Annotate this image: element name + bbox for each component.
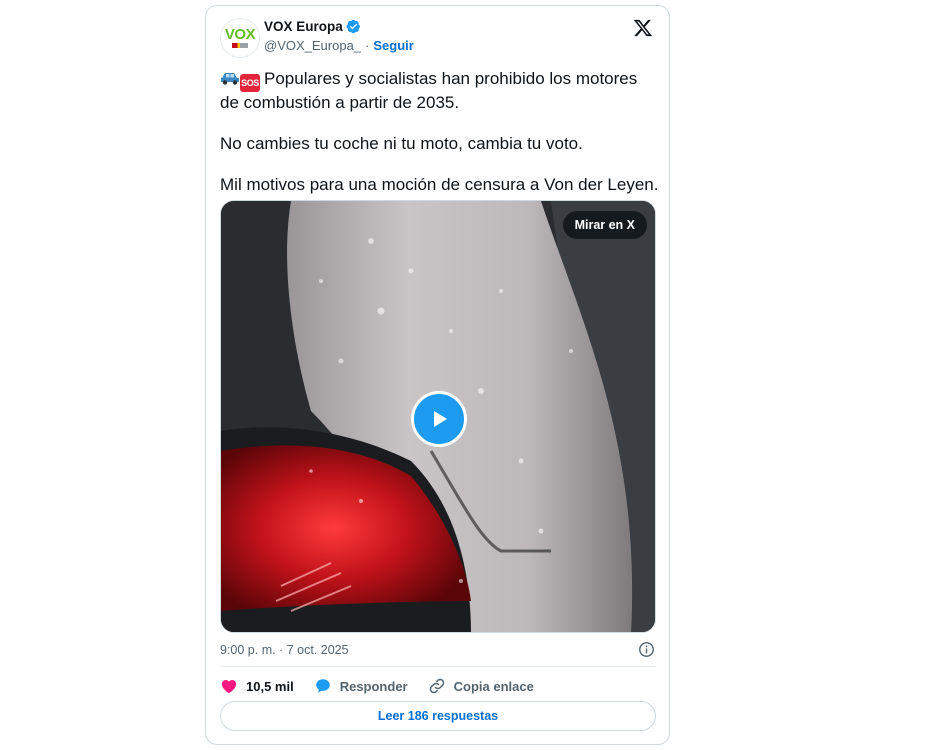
divider xyxy=(220,666,656,667)
tweet-text: SOS Populares y socialistas han prohibido… xyxy=(220,68,660,215)
tweet-line-1: Populares y socialistas han prohibido lo… xyxy=(220,69,638,112)
handle-separator: · xyxy=(365,38,370,53)
action-bar: 10,5 mil Responder Copia enlace xyxy=(220,676,554,696)
watch-on-x-button[interactable]: Mirar en X xyxy=(562,211,647,239)
link-icon xyxy=(429,678,444,694)
car-emoji-icon xyxy=(221,73,239,85)
tweet-card: VOX VOX Europa @VOX_Europa_ · Seguir SOS… xyxy=(205,5,670,745)
copy-link-button[interactable]: Copia enlace xyxy=(428,677,534,695)
verified-badge-icon xyxy=(346,19,360,34)
heart-icon xyxy=(221,680,237,694)
sos-emoji-icon: SOS xyxy=(240,74,260,92)
follow-button[interactable]: Seguir xyxy=(373,38,413,53)
author-handle[interactable]: @VOX_Europa_ xyxy=(264,38,361,53)
speech-bubble-icon xyxy=(315,679,330,693)
author-name-row: VOX Europa xyxy=(264,19,361,34)
avatar[interactable]: VOX xyxy=(220,18,260,58)
avatar-logo-text: VOX xyxy=(224,26,256,43)
tweet-paragraph-3: Mil motivos para una moción de censura a… xyxy=(220,175,659,194)
tweet-paragraph-1: SOS Populares y socialistas han prohibido… xyxy=(220,68,660,113)
reply-label: Responder xyxy=(339,678,408,694)
play-button[interactable] xyxy=(411,391,467,447)
likes-count: 10,5 mil xyxy=(246,678,294,694)
reply-button[interactable]: Responder xyxy=(314,677,408,695)
tweet-paragraph-2: No cambies tu coche ni tu moto, cambia t… xyxy=(220,134,583,153)
play-icon xyxy=(434,411,447,427)
copy-link-label: Copia enlace xyxy=(453,678,534,694)
like-button[interactable]: 10,5 mil xyxy=(220,677,294,695)
author-display-name[interactable]: VOX Europa xyxy=(264,19,343,34)
x-logo-icon[interactable] xyxy=(633,18,653,38)
tweet-timestamp[interactable]: 9:00 p. m. · 7 oct. 2025 xyxy=(220,643,349,657)
avatar-flag-mark xyxy=(232,43,248,48)
video-media[interactable]: Mirar en X xyxy=(220,200,656,633)
author-handle-row: @VOX_Europa_ · Seguir xyxy=(264,38,414,53)
info-icon[interactable] xyxy=(638,641,655,658)
read-replies-button[interactable]: Leer 186 respuestas xyxy=(220,701,656,731)
